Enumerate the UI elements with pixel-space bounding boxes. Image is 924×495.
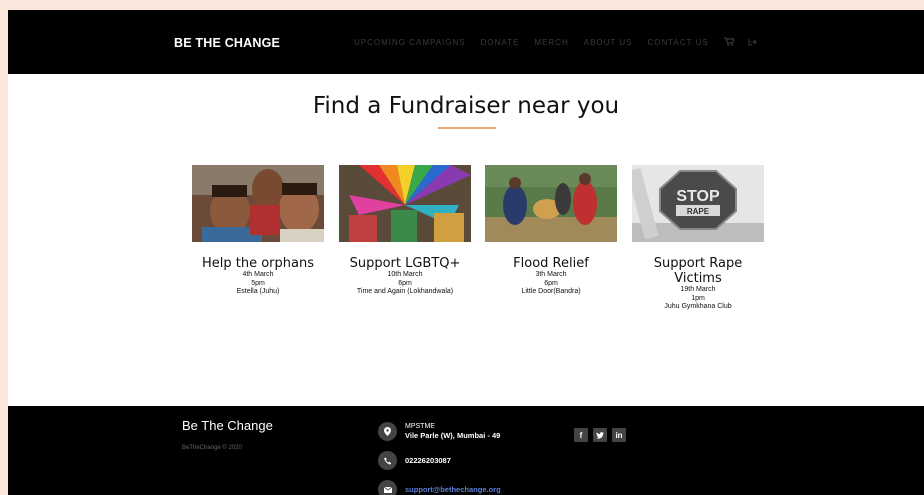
cart-icon[interactable] — [723, 37, 735, 48]
fundraisers-section: Find a Fundraiser near you Help the orph… — [8, 74, 924, 406]
lgbtq-photo[interactable] — [339, 165, 471, 242]
card-venue: Little Door(Bandra) — [521, 288, 581, 295]
address-line-2: Vile Parle (W), Mumbai - 49 — [405, 431, 501, 440]
fundraiser-card[interactable]: Flood Relief 3th March 6pm Little Door(B… — [485, 165, 617, 297]
phone-icon — [378, 451, 397, 470]
twitter-icon[interactable] — [593, 428, 607, 442]
orphans-photo[interactable] — [192, 165, 324, 242]
page-title: Find a Fundraiser near you — [312, 93, 620, 119]
nav-donate[interactable]: DONATE — [481, 38, 520, 47]
card-venue: Estella (Juhu) — [236, 288, 280, 295]
card-date: 19th March — [680, 286, 716, 293]
site-footer: Be The Change BeTheChange © 2020 MPSTME … — [8, 406, 924, 495]
email-link[interactable]: support@bethechange.org — [405, 485, 501, 494]
facebook-icon[interactable]: f — [574, 428, 588, 442]
card-venue: Time and Again (Lokhandwala) — [356, 288, 454, 295]
footer-phone: 02226203087 — [378, 451, 451, 470]
footer-copyright: BeTheChange © 2020 — [182, 445, 242, 451]
title-divider — [438, 127, 496, 129]
card-date: 10th March — [387, 271, 423, 278]
fundraiser-card[interactable]: Support LGBTQ+ 10th March 6pm Time and A… — [339, 165, 471, 297]
linkedin-icon[interactable]: in — [612, 428, 626, 442]
social-links: f in — [574, 428, 631, 442]
footer-brand: Be The Change — [182, 418, 273, 433]
footer-email: support@bethechange.org — [378, 480, 501, 495]
envelope-icon — [378, 480, 397, 495]
stop-sign-subtext: RAPE — [687, 207, 710, 216]
card-date: 3th March — [535, 271, 567, 278]
map-marker-icon — [378, 422, 397, 441]
fundraiser-card[interactable]: STOP RAPE Support Rape Victims 19th Marc… — [632, 165, 764, 312]
card-title: Support Rape Victims — [653, 256, 743, 286]
address-line-1: MPSTME — [405, 423, 435, 430]
sign-out-icon[interactable] — [748, 38, 757, 48]
card-title: Flood Relief — [513, 256, 589, 271]
flood-photo[interactable] — [485, 165, 617, 242]
nav-contact-us[interactable]: CONTACT US — [647, 38, 708, 47]
top-navbar: BE THE CHANGE UPCOMING CAMPAIGNS DONATE … — [8, 10, 924, 74]
card-title: Help the orphans — [201, 256, 314, 271]
card-venue: Juhu Gymkhana Club — [664, 303, 732, 310]
stop-sign-text: STOP — [676, 188, 720, 205]
nav-about-us[interactable]: ABOUT US — [584, 38, 633, 47]
nav-upcoming-campaigns[interactable]: UPCOMING CAMPAIGNS — [354, 38, 466, 47]
nav-merch[interactable]: MERCH — [534, 38, 568, 47]
stop-rape-photo[interactable]: STOP RAPE — [632, 165, 764, 242]
fundraiser-card[interactable]: Help the orphans 4th March 5pm Estella (… — [192, 165, 324, 297]
brand-logo[interactable]: BE THE CHANGE — [174, 36, 280, 50]
nav-menu: UPCOMING CAMPAIGNS DONATE MERCH ABOUT US… — [354, 37, 771, 48]
card-time: 5pm — [251, 279, 265, 287]
footer-address: MPSTME Vile Parle (W), Mumbai - 49 — [378, 422, 500, 441]
card-time: 1pm — [691, 294, 705, 302]
card-date: 4th March — [242, 271, 274, 278]
card-title: Support LGBTQ+ — [349, 256, 461, 271]
card-time: 6pm — [544, 279, 558, 287]
card-time: 6pm — [398, 279, 412, 287]
phone-number[interactable]: 02226203087 — [405, 456, 451, 465]
